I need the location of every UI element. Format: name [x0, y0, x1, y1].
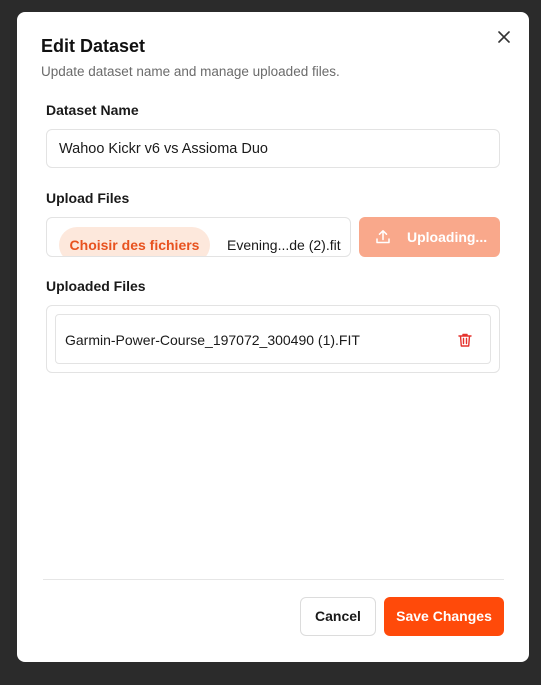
footer-divider	[43, 579, 504, 580]
uploaded-files-label: Uploaded Files	[46, 278, 146, 294]
file-picker[interactable]: Choisir des fichiers Evening...de (2).fi…	[46, 217, 351, 257]
list-item: Garmin-Power-Course_197072_300490 (1).FI…	[55, 314, 491, 364]
uploaded-files-list: Garmin-Power-Course_197072_300490 (1).FI…	[46, 305, 500, 373]
selected-file-name: Evening...de (2).fit	[227, 237, 341, 253]
save-changes-button[interactable]: Save Changes	[384, 597, 504, 636]
edit-dataset-dialog: Edit Dataset Update dataset name and man…	[17, 12, 529, 662]
upload-button-label: Uploading...	[407, 229, 488, 245]
close-icon[interactable]	[497, 30, 511, 44]
uploaded-file-name: Garmin-Power-Course_197072_300490 (1).FI…	[65, 332, 360, 348]
trash-icon[interactable]	[457, 332, 473, 348]
choose-files-button[interactable]: Choisir des fichiers	[59, 227, 210, 256]
upload-files-label: Upload Files	[46, 190, 130, 206]
cancel-button[interactable]: Cancel	[300, 597, 376, 636]
upload-button[interactable]: Uploading...	[359, 217, 500, 257]
dialog-title: Edit Dataset	[41, 36, 146, 56]
upload-icon	[376, 230, 390, 244]
dataset-name-input[interactable]	[46, 129, 500, 168]
dataset-name-label: Dataset Name	[46, 102, 139, 118]
dialog-subtitle: Update dataset name and manage uploaded …	[41, 64, 340, 79]
